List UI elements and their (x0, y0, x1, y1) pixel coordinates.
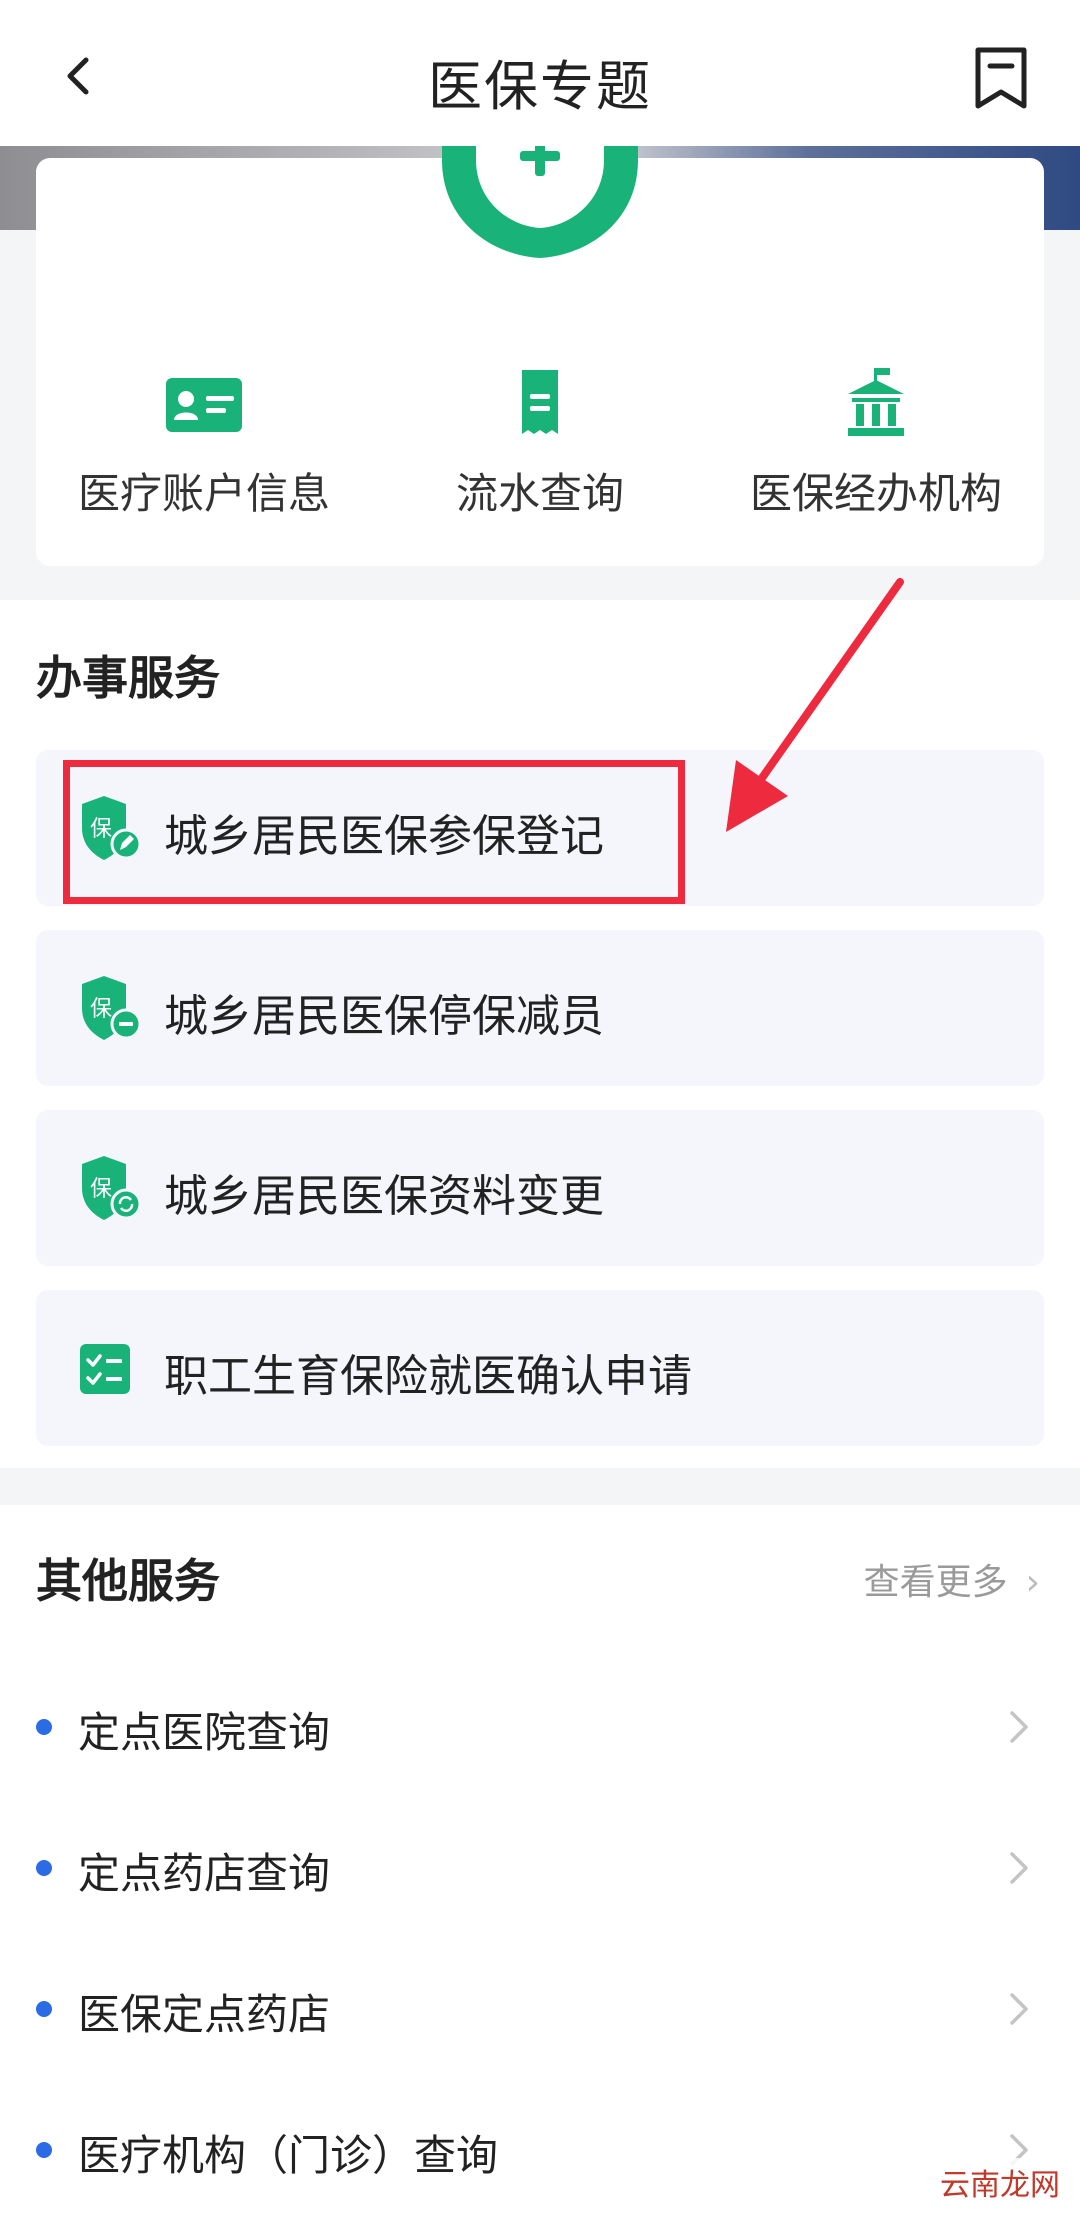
list-item[interactable]: 定点医院查询 (0, 1677, 1080, 1777)
svg-text:保: 保 (90, 997, 112, 1022)
annotation-arrow-icon (726, 578, 904, 832)
view-more-link[interactable]: 查看更多 › (864, 1553, 1040, 1605)
service-item[interactable]: 保 城乡居民医保资料变更 (36, 1110, 1044, 1266)
bullet-dot-icon (36, 2142, 52, 2158)
bullet-dot-icon (36, 2001, 52, 2017)
chevron-right-icon (1010, 1711, 1028, 1743)
chevron-right-icon: › (1025, 1562, 1040, 1603)
service-label: 职工生育保险就医确认申请 (164, 1351, 692, 1402)
list-item-label: 定点药店查询 (78, 1849, 331, 1898)
list-item[interactable]: 医保定点药店 (0, 1959, 1080, 2059)
chevron-right-icon (1010, 1993, 1028, 2025)
service-item[interactable]: 职工生育保险就医确认申请 (36, 1290, 1044, 1446)
chevron-right-icon (1010, 1852, 1028, 1884)
list-item-label: 定点医院查询 (78, 1708, 331, 1757)
receipt-icon (522, 370, 558, 434)
other-services-section: 其他服务 查看更多 › 定点医院查询 定点药店查询 医保定点药店 医疗机构（门诊）… (0, 1505, 1080, 2220)
quick-action-label: 流水查询 (455, 469, 624, 518)
list-item-label: 医保定点药店 (78, 1990, 331, 2039)
view-more-label: 查看更多 (863, 1562, 1008, 1603)
section-title: 其他服务 (36, 1554, 220, 1608)
quick-action-transactions[interactable]: 流水查询 (372, 368, 708, 521)
service-item[interactable]: 保 城乡居民医保停保减员 (36, 930, 1044, 1086)
service-label: 城乡居民医保停保减员 (164, 991, 604, 1042)
medical-shield-logo-icon (442, 130, 638, 258)
quick-action-account-info[interactable]: 医疗账户信息 (36, 368, 372, 521)
quick-action-institutions[interactable]: 医保经办机构 (708, 368, 1044, 521)
list-item[interactable]: 定点药店查询 (0, 1818, 1080, 1918)
list-item-label: 医疗机构（门诊）查询 (78, 2131, 499, 2180)
page-title: 医保专题 (428, 55, 652, 118)
insurance-refresh-icon: 保 (82, 1156, 142, 1220)
service-label: 城乡居民医保资料变更 (164, 1171, 604, 1222)
bullet-dot-icon (36, 1860, 52, 1876)
highlight-annotation-box (63, 760, 685, 904)
list-item[interactable]: 医疗机构（门诊）查询 (0, 2100, 1080, 2200)
institution-icon (848, 368, 904, 436)
id-card-icon (166, 378, 242, 432)
quick-action-label: 医疗账户信息 (77, 469, 330, 518)
quick-action-label: 医保经办机构 (749, 469, 1002, 518)
svg-text:保: 保 (90, 1177, 112, 1202)
checklist-icon (80, 1344, 130, 1394)
section-title: 办事服务 (36, 651, 220, 705)
bullet-dot-icon (36, 1719, 52, 1735)
insurance-minus-icon: 保 (82, 976, 142, 1040)
watermark: 云南龙网 (934, 2158, 1066, 2206)
bookmark-icon[interactable] (972, 46, 1030, 110)
top-bar: 医保专题 (0, 0, 1080, 146)
